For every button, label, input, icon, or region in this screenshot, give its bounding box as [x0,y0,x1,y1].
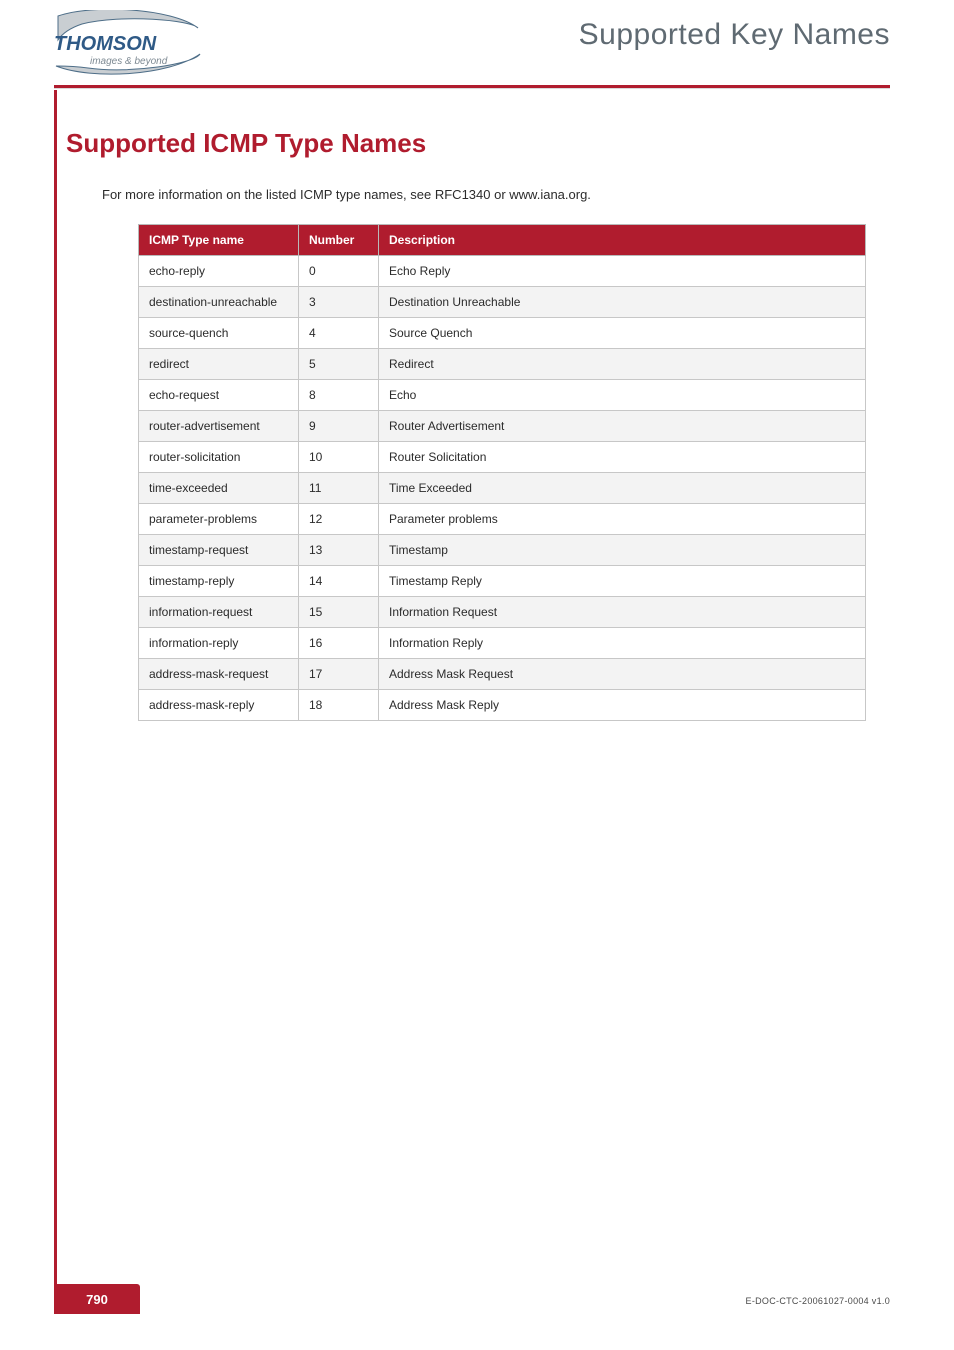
table-row: source-quench4Source Quench [139,318,866,349]
cell-description: Router Solicitation [379,442,866,473]
table-header-row: ICMP Type name Number Description [139,225,866,256]
table-row: echo-request8Echo [139,380,866,411]
cell-name: echo-reply [139,256,299,287]
col-header-description: Description [379,225,866,256]
brand-logo: THOMSON images & beyond [52,10,202,76]
page-body: Supported ICMP Type Names For more infor… [66,128,890,721]
lead-paragraph: For more information on the listed ICMP … [102,187,890,202]
cell-description: Address Mask Reply [379,690,866,721]
cell-name: redirect [139,349,299,380]
cell-description: Timestamp [379,535,866,566]
cell-description: Time Exceeded [379,473,866,504]
cell-number: 3 [299,287,379,318]
cell-number: 9 [299,411,379,442]
cell-number: 4 [299,318,379,349]
table-row: information-reply16Information Reply [139,628,866,659]
cell-description: Address Mask Request [379,659,866,690]
cell-description: Redirect [379,349,866,380]
page-number-tab: 790 [54,1284,140,1314]
table-row: timestamp-reply14Timestamp Reply [139,566,866,597]
cell-description: Parameter problems [379,504,866,535]
cell-name: echo-request [139,380,299,411]
cell-name: timestamp-request [139,535,299,566]
col-header-name: ICMP Type name [139,225,299,256]
section-heading: Supported ICMP Type Names [66,128,890,159]
cell-description: Information Reply [379,628,866,659]
cell-number: 8 [299,380,379,411]
table-row: address-mask-request17Address Mask Reque… [139,659,866,690]
table-row: parameter-problems12Parameter problems [139,504,866,535]
cell-number: 11 [299,473,379,504]
cell-number: 17 [299,659,379,690]
cell-number: 18 [299,690,379,721]
cell-name: router-solicitation [139,442,299,473]
cell-number: 14 [299,566,379,597]
cell-name: address-mask-request [139,659,299,690]
cell-name: source-quench [139,318,299,349]
doc-id: E-DOC-CTC-20061027-0004 v1.0 [746,1296,890,1306]
cell-number: 15 [299,597,379,628]
cell-name: destination-unreachable [139,287,299,318]
table-row: information-request15Information Request [139,597,866,628]
cell-name: information-request [139,597,299,628]
table-row: redirect5Redirect [139,349,866,380]
icmp-type-table: ICMP Type name Number Description echo-r… [138,224,866,721]
left-spine [54,90,57,1314]
running-title: Supported Key Names [579,18,890,52]
cell-description: Echo [379,380,866,411]
cell-number: 12 [299,504,379,535]
cell-number: 13 [299,535,379,566]
table-row: router-advertisement9Router Advertisemen… [139,411,866,442]
brand-main: THOMSON [54,33,157,55]
cell-description: Echo Reply [379,256,866,287]
table-row: destination-unreachable3Destination Unre… [139,287,866,318]
cell-number: 0 [299,256,379,287]
cell-description: Router Advertisement [379,411,866,442]
cell-name: timestamp-reply [139,566,299,597]
col-header-number: Number [299,225,379,256]
table-row: router-solicitation10Router Solicitation [139,442,866,473]
cell-name: address-mask-reply [139,690,299,721]
header-rule-shadow [54,88,890,89]
page-number: 790 [86,1292,108,1307]
cell-name: parameter-problems [139,504,299,535]
table-row: time-exceeded11Time Exceeded [139,473,866,504]
brand-tagline: images & beyond [90,56,168,67]
cell-description: Source Quench [379,318,866,349]
cell-description: Information Request [379,597,866,628]
table-row: timestamp-request13Timestamp [139,535,866,566]
cell-name: router-advertisement [139,411,299,442]
cell-description: Timestamp Reply [379,566,866,597]
cell-number: 16 [299,628,379,659]
cell-name: time-exceeded [139,473,299,504]
page-header: THOMSON images & beyond Supported Key Na… [0,0,954,90]
cell-name: information-reply [139,628,299,659]
cell-description: Destination Unreachable [379,287,866,318]
cell-number: 10 [299,442,379,473]
table-row: address-mask-reply18Address Mask Reply [139,690,866,721]
cell-number: 5 [299,349,379,380]
table-row: echo-reply0Echo Reply [139,256,866,287]
page-footer: 790 E-DOC-CTC-20061027-0004 v1.0 [54,1274,890,1314]
